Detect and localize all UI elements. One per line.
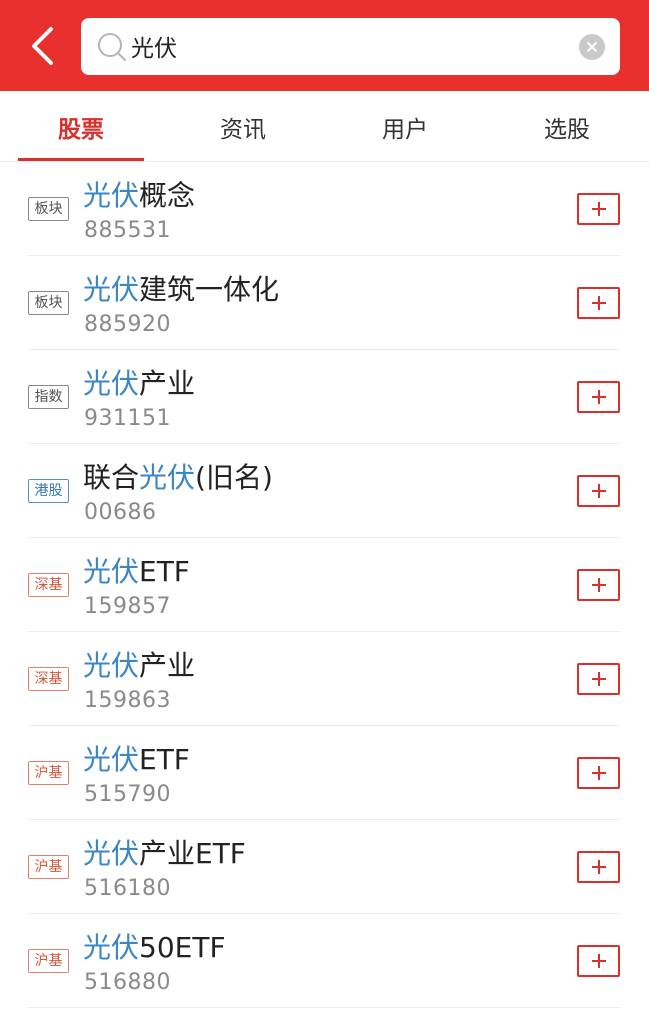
result-code: 159863	[84, 688, 171, 713]
name-highlight: 光伏	[83, 743, 140, 776]
add-to-watchlist-button[interactable]	[577, 287, 620, 319]
result-code: 159857	[84, 594, 171, 619]
result-row[interactable]: 深基 光伏ETF 159857	[0, 538, 649, 632]
plus-icon	[591, 860, 606, 874]
result-name[interactable]: 光伏产业	[83, 644, 195, 684]
plus-icon	[591, 954, 606, 968]
name-prefix: 联合	[83, 461, 140, 494]
result-name[interactable]: 联合光伏(旧名)	[83, 456, 273, 496]
result-row[interactable]: 沪基 光伏ETF 515790	[0, 726, 649, 820]
add-to-watchlist-button[interactable]	[577, 193, 620, 225]
add-to-watchlist-button[interactable]	[577, 381, 620, 413]
result-code: 00686	[84, 500, 157, 525]
name-highlight: 光伏	[83, 179, 140, 212]
result-code: 515790	[84, 782, 171, 807]
market-type-badge: 深基	[28, 667, 69, 691]
name-rest: ETF	[139, 743, 190, 776]
plus-icon	[591, 296, 606, 310]
name-highlight: 光伏	[139, 461, 196, 494]
add-to-watchlist-button[interactable]	[577, 945, 620, 977]
result-code: 885531	[84, 218, 171, 243]
chevron-left-icon	[32, 27, 53, 65]
result-row[interactable]: 港股 联合光伏(旧名) 00686	[0, 444, 649, 538]
market-type-badge: 沪基	[28, 949, 69, 973]
result-code: 885920	[84, 312, 171, 337]
result-name[interactable]: 光伏产业	[83, 362, 195, 402]
result-name[interactable]: 光伏50ETF	[83, 926, 226, 966]
name-highlight: 光伏	[83, 367, 140, 400]
tab-users[interactable]: 用户	[324, 91, 486, 162]
name-rest: 建筑一体化	[139, 273, 280, 306]
result-name[interactable]: 光伏ETF	[83, 550, 190, 590]
category-tabs: 股票 资讯 用户 选股	[0, 91, 649, 162]
plus-icon	[591, 390, 606, 404]
add-to-watchlist-button[interactable]	[577, 569, 620, 601]
tab-news[interactable]: 资讯	[162, 91, 324, 162]
top-bar	[0, 0, 649, 91]
market-type-badge: 深基	[28, 573, 69, 597]
search-box[interactable]	[81, 18, 620, 75]
plus-icon	[591, 578, 606, 592]
name-rest: 50ETF	[139, 931, 226, 964]
result-name[interactable]: 光伏概念	[83, 174, 195, 214]
market-type-badge: 板块	[28, 197, 69, 221]
add-to-watchlist-button[interactable]	[577, 851, 620, 883]
name-rest: 产业	[139, 649, 196, 682]
market-type-badge: 板块	[28, 291, 69, 315]
name-rest: ETF	[139, 555, 190, 588]
name-rest: 产业	[139, 367, 196, 400]
result-name[interactable]: 光伏产业ETF	[83, 832, 246, 872]
add-to-watchlist-button[interactable]	[577, 475, 620, 507]
result-row[interactable]: 板块 光伏建筑一体化 885920	[0, 256, 649, 350]
name-highlight: 光伏	[83, 273, 140, 306]
result-row[interactable]: 指数 光伏产业 931151	[0, 350, 649, 444]
name-highlight: 光伏	[83, 649, 140, 682]
back-button[interactable]	[22, 24, 62, 68]
name-rest: 概念	[139, 179, 196, 212]
market-type-badge: 沪基	[28, 855, 69, 879]
clear-search-button[interactable]	[579, 34, 605, 60]
name-rest: 产业ETF	[139, 837, 246, 870]
plus-icon	[591, 484, 606, 498]
plus-icon	[591, 202, 606, 216]
result-row[interactable]: 沪基 光伏50ETF 516880	[0, 914, 649, 1008]
add-to-watchlist-button[interactable]	[577, 757, 620, 789]
result-code: 516180	[84, 876, 171, 901]
row-divider	[28, 1007, 620, 1008]
add-to-watchlist-button[interactable]	[577, 663, 620, 695]
search-input[interactable]	[131, 26, 561, 66]
tab-stocks[interactable]: 股票	[0, 91, 162, 162]
plus-icon	[591, 766, 606, 780]
result-row[interactable]: 沪基 光伏产业ETF 516180	[0, 820, 649, 914]
market-type-badge: 沪基	[28, 761, 69, 785]
name-rest: (旧名)	[195, 461, 273, 494]
name-highlight: 光伏	[83, 837, 140, 870]
tab-stock-picker[interactable]: 选股	[486, 91, 648, 162]
result-code: 931151	[84, 406, 171, 431]
market-type-badge: 港股	[28, 479, 69, 503]
search-icon	[98, 33, 126, 61]
close-icon	[587, 42, 597, 52]
result-row[interactable]: 深基 光伏产业 159863	[0, 632, 649, 726]
market-type-badge: 指数	[28, 385, 69, 409]
name-highlight: 光伏	[83, 931, 140, 964]
plus-icon	[591, 672, 606, 686]
result-name[interactable]: 光伏建筑一体化	[83, 268, 279, 308]
name-highlight: 光伏	[83, 555, 140, 588]
result-name[interactable]: 光伏ETF	[83, 738, 190, 778]
result-code: 516880	[84, 970, 171, 995]
result-row[interactable]: 板块 光伏概念 885531	[0, 162, 649, 256]
active-tab-indicator	[18, 158, 144, 161]
